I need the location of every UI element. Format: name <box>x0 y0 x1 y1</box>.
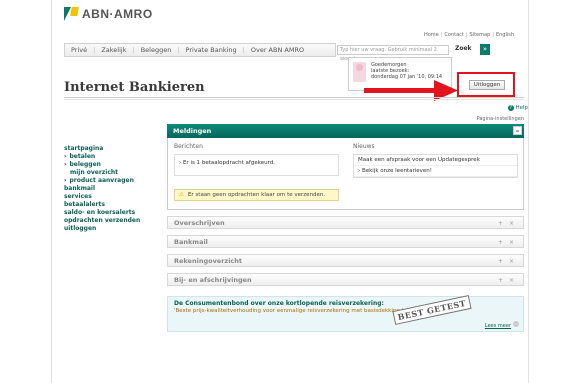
meldingen-panel: Berichten › Er is 1 betaalopdracht afgek… <box>167 138 524 210</box>
shield-logo-icon <box>64 7 79 21</box>
help-label: Help <box>515 105 528 111</box>
panel-title: Rekeningoverzicht <box>174 257 243 265</box>
news-list: Maak een afspraak voor een Updategesprek… <box>353 154 518 178</box>
nav-zakelijk[interactable]: Zakelijk <box>95 46 132 54</box>
lees-meer-link[interactable]: Lees meer <box>485 321 519 329</box>
help-icon: ? <box>507 105 514 111</box>
panel-title: Bankmail <box>174 238 208 246</box>
nav-over-abn-amro[interactable]: Over ABN AMRO <box>245 46 310 54</box>
panel-controls-icon[interactable]: +× <box>498 275 520 287</box>
page-settings-link[interactable]: Pagina-instellingen <box>477 116 524 122</box>
sidebar-item-services[interactable]: services <box>64 193 164 201</box>
promo-title: De Consumentenbond over onze kortlopende… <box>174 300 384 307</box>
main-content: Meldingen – Berichten › Er is 1 betaalop… <box>167 124 524 332</box>
panel-bij-en-afschrijvingen[interactable]: Bij- en afschrijvingen +× <box>167 273 524 286</box>
search-button[interactable]: Zoek <box>455 45 472 52</box>
avatar <box>353 62 366 82</box>
search-go-icon[interactable]: » <box>480 44 490 55</box>
promo-banner[interactable]: De Consumentenbond over onze kortlopende… <box>167 295 524 332</box>
news-item-label: Bekijk onze leentarieven! <box>361 168 432 174</box>
news-item[interactable]: › Bekijk onze leentarieven! <box>354 166 517 177</box>
sidebar-item-mijn-overzicht[interactable]: mijn overzicht <box>64 169 164 177</box>
panel-controls-icon[interactable]: +× <box>498 237 520 249</box>
top-link-contact[interactable]: Contact <box>444 32 463 38</box>
nav-prive[interactable]: Privé <box>65 46 93 54</box>
panel-title: Bij- en afschrijvingen <box>174 276 252 284</box>
meldingen-title: Meldingen <box>173 127 212 135</box>
sidebar-item-uitloggen[interactable]: uitloggen <box>64 225 164 233</box>
berichten-label: Berichten <box>174 143 203 150</box>
sidebar-item-betaalalerts[interactable]: betaalalerts <box>64 201 164 209</box>
warning-text: Er staan geen opdrachten klaar om te ver… <box>187 192 326 198</box>
sidebar-item-opdrachten-verzenden[interactable]: opdrachten verzenden <box>64 217 164 225</box>
sidebar-item-saldo-koersalerts[interactable]: saldo- en koersalerts <box>64 209 164 217</box>
sidebar-item-bankmail[interactable]: bankmail <box>64 185 164 193</box>
top-links: Home | Contact | Sitemap | English <box>423 32 514 38</box>
sidebar-item-beleggen[interactable]: beleggen <box>64 161 164 169</box>
warning-message: ⚠ Er staan geen opdrachten klaar om te ve… <box>174 189 339 201</box>
arrow-right-icon <box>513 321 519 327</box>
sidebar-menu: startpagina betalen beleggen mijn overzi… <box>64 145 164 233</box>
logout-highlight: Uitloggen <box>457 72 515 97</box>
brand-name: ABN·AMRO <box>82 7 153 21</box>
best-getest-stamp: BEST GETEST <box>392 295 472 325</box>
panel-controls-icon[interactable]: +× <box>498 218 520 230</box>
top-link-sitemap[interactable]: Sitemap <box>470 32 491 38</box>
message-item[interactable]: › Er is 1 betaalopdracht afgekeurd. <box>174 154 339 176</box>
minimize-icon[interactable]: – <box>513 126 522 135</box>
panel-overschrijven[interactable]: Overschrijven +× <box>167 216 524 229</box>
sidebar-item-startpagina[interactable]: startpagina <box>64 145 164 153</box>
nieuws-label: Nieuws <box>353 143 375 150</box>
divider <box>64 97 524 98</box>
meldingen-header: Meldingen – <box>167 124 524 138</box>
panel-title: Overschrijven <box>174 219 225 227</box>
promo-subtitle: 'Beste prijs-kwaliteitverhouding voor ee… <box>174 308 404 314</box>
panel-rekeningoverzicht[interactable]: Rekeningoverzicht +× <box>167 254 524 267</box>
search-input[interactable]: Typ hier uw vraag. Gebruik minimaal 2 wo… <box>337 45 449 62</box>
lees-meer-label: Lees meer <box>484 323 511 329</box>
news-item[interactable]: Maak een afspraak voor een Updategesprek <box>354 155 517 166</box>
warning-icon: ⚠ <box>179 192 184 198</box>
sidebar-item-betalen[interactable]: betalen <box>64 153 164 161</box>
help-link[interactable]: ? Help <box>507 105 528 111</box>
message-text: Er is 1 betaalopdracht afgekeurd. <box>182 160 275 166</box>
divider <box>64 99 524 100</box>
top-link-english[interactable]: English <box>496 32 514 38</box>
panel-bankmail[interactable]: Bankmail +× <box>167 235 524 248</box>
logout-button[interactable]: Uitloggen <box>469 80 505 90</box>
main-nav: Privé | Zakelijk | Beleggen | Private Banki… <box>64 43 336 57</box>
browser-page: ABN·AMRO Home | Contact | Sitemap | English… <box>51 0 529 383</box>
page-title: Internet Bankieren <box>64 80 205 95</box>
panel-controls-icon[interactable]: +× <box>498 256 520 268</box>
nav-beleggen[interactable]: Beleggen <box>135 46 178 54</box>
sidebar-item-product-aanvragen[interactable]: product aanvragen <box>64 177 164 185</box>
nav-private-banking[interactable]: Private Banking <box>180 46 243 54</box>
top-link-home[interactable]: Home <box>424 32 439 38</box>
abn-amro-logo[interactable]: ABN·AMRO <box>64 7 153 21</box>
